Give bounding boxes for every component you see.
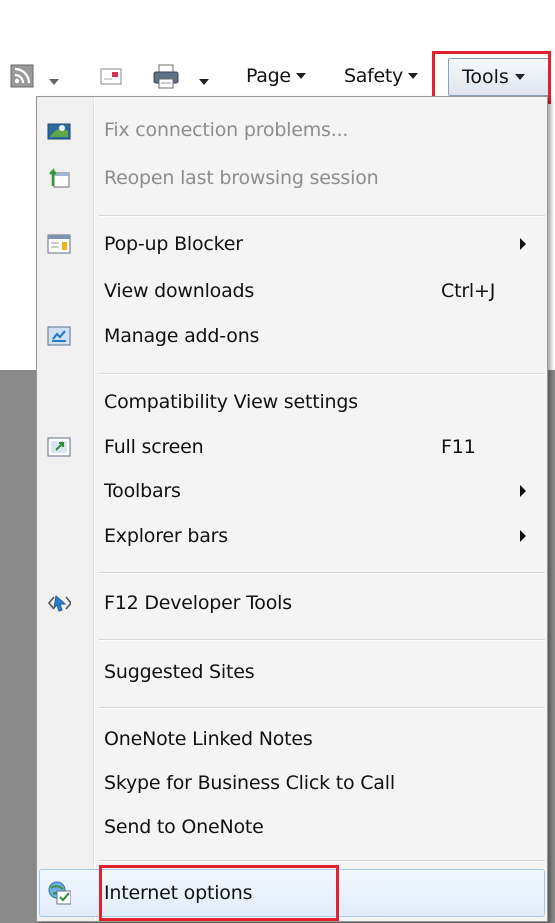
menu-item-shortcut: Ctrl+J bbox=[441, 280, 496, 302]
reopen-session-icon bbox=[47, 166, 71, 190]
menu-separator bbox=[99, 373, 545, 375]
internet-options-highlight-box bbox=[99, 865, 339, 921]
menu-item-label: Send to OneNote bbox=[104, 816, 264, 838]
menu-item-send-to-onenote[interactable]: Send to OneNote bbox=[37, 807, 547, 847]
menu-item-fix-connection[interactable]: Fix connection problems... bbox=[37, 110, 547, 150]
developer-tools-icon bbox=[47, 591, 71, 615]
mail-icon bbox=[100, 68, 122, 85]
network-diagnose-icon bbox=[47, 118, 71, 142]
chevron-down-icon bbox=[295, 73, 306, 79]
feeds-button[interactable] bbox=[10, 64, 34, 92]
internet-options-icon bbox=[47, 881, 71, 905]
menu-item-manage-addons[interactable]: Manage add-ons bbox=[37, 316, 547, 356]
menu-item-suggested-sites[interactable]: Suggested Sites bbox=[37, 652, 547, 692]
printer-icon bbox=[153, 64, 179, 89]
menu-item-label: Fix connection problems... bbox=[104, 119, 349, 141]
menu-item-shortcut: F11 bbox=[441, 436, 476, 458]
print-button[interactable] bbox=[152, 64, 180, 94]
menu-separator bbox=[99, 860, 545, 862]
menu-item-label: Explorer bars bbox=[104, 525, 228, 547]
menu-separator bbox=[99, 572, 545, 574]
rss-feed-icon bbox=[10, 64, 34, 88]
menu-item-explorer-bars[interactable]: Explorer bars bbox=[37, 516, 547, 556]
menu-separator bbox=[99, 215, 545, 217]
chevron-down-icon bbox=[199, 79, 209, 85]
submenu-arrow-icon bbox=[520, 530, 526, 542]
tools-menu: Fix connection problems... Reopen last b… bbox=[36, 96, 548, 922]
menu-separator bbox=[99, 707, 545, 709]
menu-item-developer-tools[interactable]: F12 Developer Tools bbox=[37, 583, 547, 623]
menu-item-label: Skype for Business Click to Call bbox=[104, 772, 395, 794]
safety-menu-label: Safety bbox=[344, 65, 403, 87]
menu-separator bbox=[99, 639, 545, 641]
menu-item-label: F12 Developer Tools bbox=[104, 592, 292, 614]
menu-item-toolbars[interactable]: Toolbars bbox=[37, 471, 547, 511]
addons-icon bbox=[47, 324, 71, 348]
command-bar: Page Safety Tools bbox=[0, 0, 555, 104]
menu-item-popup-blocker[interactable]: Pop-up Blocker bbox=[37, 224, 547, 264]
menu-item-onenote-linked-notes[interactable]: OneNote Linked Notes bbox=[37, 719, 547, 759]
menu-item-label: Pop-up Blocker bbox=[104, 233, 243, 255]
menu-item-label: Reopen last browsing session bbox=[104, 167, 379, 189]
menu-item-skype-click-to-call[interactable]: Skype for Business Click to Call bbox=[37, 763, 547, 803]
feeds-dropdown-button[interactable] bbox=[44, 70, 59, 89]
submenu-arrow-icon bbox=[520, 485, 526, 497]
menu-item-label: Manage add-ons bbox=[104, 325, 260, 347]
menu-item-view-downloads[interactable]: View downloads Ctrl+J bbox=[37, 271, 547, 311]
page-menu-label: Page bbox=[246, 65, 291, 87]
print-dropdown-button[interactable] bbox=[194, 70, 209, 89]
menu-item-compatibility-view[interactable]: Compatibility View settings bbox=[37, 382, 547, 422]
fullscreen-icon bbox=[47, 435, 71, 459]
safety-menu-button[interactable]: Safety bbox=[344, 62, 418, 90]
menu-item-full-screen[interactable]: Full screen F11 bbox=[37, 427, 547, 467]
menu-item-label: Compatibility View settings bbox=[104, 391, 358, 413]
menu-item-label: Full screen bbox=[104, 436, 204, 458]
chevron-down-icon bbox=[407, 73, 418, 79]
menu-item-label: View downloads bbox=[104, 280, 255, 302]
menu-item-reopen-session[interactable]: Reopen last browsing session bbox=[37, 158, 547, 198]
submenu-arrow-icon bbox=[520, 238, 526, 250]
menu-item-label: Toolbars bbox=[104, 480, 181, 502]
menu-item-label: OneNote Linked Notes bbox=[104, 728, 313, 750]
popup-blocker-icon bbox=[47, 232, 71, 256]
read-mail-button[interactable] bbox=[100, 68, 122, 90]
page-menu-button[interactable]: Page bbox=[246, 62, 306, 90]
chevron-down-icon bbox=[49, 79, 59, 85]
menu-item-label: Suggested Sites bbox=[104, 661, 255, 683]
